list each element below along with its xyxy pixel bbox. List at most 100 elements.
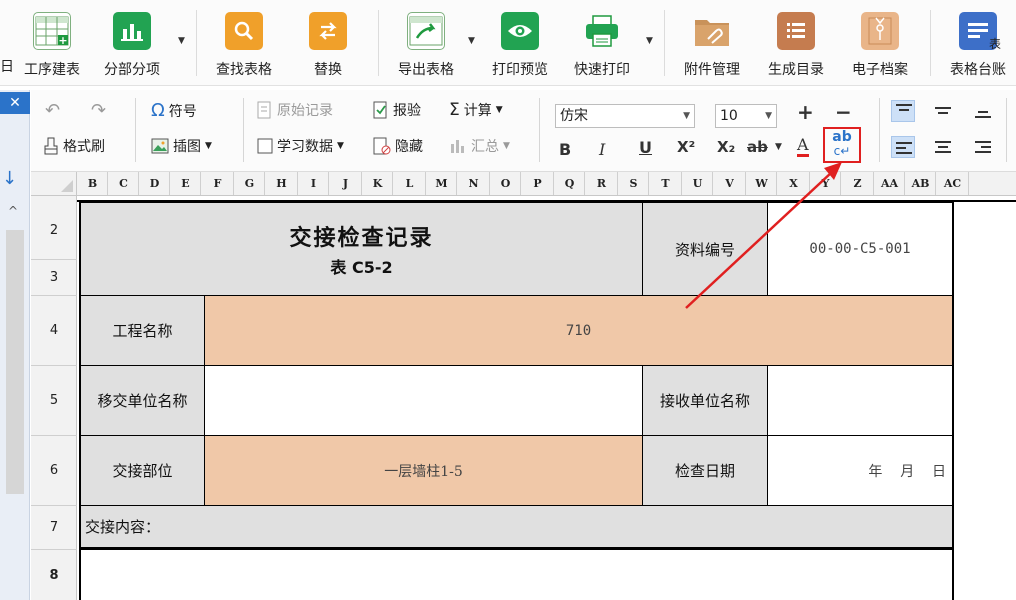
receive-unit-label-cell[interactable]: 接收单位名称: [642, 365, 768, 436]
sub-project-dropdown-icon[interactable]: ▼: [178, 36, 188, 46]
left-scrollbar[interactable]: [6, 230, 24, 494]
align-top-button[interactable]: [891, 100, 915, 122]
column-header[interactable]: V: [714, 172, 746, 195]
hide-button[interactable]: 隐藏: [373, 136, 423, 156]
column-header[interactable]: R: [586, 172, 618, 195]
quick-print-dropdown-icon[interactable]: ▼: [646, 36, 656, 46]
column-header[interactable]: X: [778, 172, 810, 195]
scroll-up-icon[interactable]: ^: [8, 204, 18, 218]
column-header[interactable]: AC: [937, 172, 969, 195]
transfer-unit-label-cell[interactable]: 移交单位名称: [79, 365, 205, 436]
quick-print-button[interactable]: 快速打印: [562, 8, 642, 80]
superscript-icon[interactable]: X²: [677, 138, 695, 156]
check-date-value-cell[interactable]: 年 月 日: [767, 435, 954, 506]
column-header[interactable]: M: [427, 172, 457, 195]
project-name-value-cell[interactable]: 710: [204, 295, 954, 366]
original-record-button[interactable]: 原始记录: [257, 100, 333, 120]
row-header[interactable]: 5: [31, 366, 77, 436]
column-header[interactable]: C: [109, 172, 139, 195]
sub-project-button[interactable]: 分部分项: [92, 8, 172, 80]
learning-data-button[interactable]: 学习数据 ▼: [257, 136, 344, 156]
bold-icon[interactable]: B: [559, 140, 571, 159]
table-ledger-button[interactable]: 表 表格台账: [940, 8, 1016, 80]
column-header[interactable]: D: [140, 172, 170, 195]
column-header[interactable]: S: [619, 172, 649, 195]
column-header[interactable]: N: [458, 172, 490, 195]
print-preview-button[interactable]: 打印预览: [480, 8, 560, 80]
column-header[interactable]: H: [266, 172, 298, 195]
replace-button[interactable]: 替换: [288, 8, 368, 80]
column-header[interactable]: B: [78, 172, 108, 195]
column-header[interactable]: J: [330, 172, 362, 195]
column-header[interactable]: Q: [555, 172, 585, 195]
align-bottom-button[interactable]: [971, 100, 995, 122]
column-header[interactable]: L: [394, 172, 426, 195]
column-header[interactable]: Y: [811, 172, 841, 195]
inspection-button[interactable]: 报验: [373, 100, 421, 120]
align-left-button[interactable]: [891, 136, 915, 158]
column-header[interactable]: O: [491, 172, 521, 195]
attachment-manage-button[interactable]: 附件管理: [672, 8, 752, 80]
column-header[interactable]: K: [363, 172, 393, 195]
export-dropdown-icon[interactable]: ▼: [468, 36, 478, 46]
find-table-button[interactable]: 查找表格: [204, 8, 284, 80]
align-middle-button[interactable]: [931, 100, 955, 122]
font-family-select[interactable]: 仿宋 ▼: [555, 104, 695, 128]
column-header[interactable]: G: [235, 172, 265, 195]
close-icon[interactable]: ✕: [0, 92, 30, 114]
handover-part-label-cell[interactable]: 交接部位: [79, 435, 205, 506]
font-size-select[interactable]: 10 ▼: [715, 104, 777, 128]
font-family-value: 仿宋: [560, 108, 588, 124]
select-all-corner[interactable]: [31, 172, 77, 195]
check-date-label-cell[interactable]: 检查日期: [642, 435, 768, 506]
process-table-button[interactable]: + 工序建表: [12, 8, 92, 80]
form-title-cell[interactable]: 交接检查记录 表 C5-2: [79, 202, 643, 296]
column-header[interactable]: W: [747, 172, 777, 195]
calculate-button[interactable]: Σ 计算 ▼: [449, 100, 503, 120]
row-header[interactable]: 3: [31, 260, 77, 296]
summary-button[interactable]: 汇总 ▼: [449, 136, 510, 156]
italic-icon[interactable]: I: [599, 140, 605, 159]
symbol-button[interactable]: Ω 符号: [151, 100, 197, 121]
export-table-button[interactable]: 导出表格: [386, 8, 466, 80]
transfer-unit-value-cell[interactable]: [204, 365, 643, 436]
generate-catalog-button[interactable]: 生成目录: [756, 8, 836, 80]
format-brush-button[interactable]: 格式刷: [43, 136, 105, 156]
receive-unit-value-cell[interactable]: [767, 365, 954, 436]
align-right-button[interactable]: [971, 136, 995, 158]
doc-no-value-cell[interactable]: 00-00-C5-001: [767, 202, 954, 296]
decrease-font-icon[interactable]: −: [835, 100, 852, 124]
project-name-label-cell[interactable]: 工程名称: [79, 295, 205, 366]
subscript-icon[interactable]: X₂: [717, 138, 735, 156]
row-header[interactable]: 2: [31, 202, 77, 260]
row-header[interactable]: 8: [31, 550, 77, 600]
column-header[interactable]: U: [683, 172, 713, 195]
handover-part-value-cell[interactable]: 一层墙柱1-5: [204, 435, 643, 506]
insert-image-button[interactable]: 插图 ▼: [151, 136, 212, 156]
column-header[interactable]: Z: [842, 172, 874, 195]
column-header[interactable]: AB: [906, 172, 936, 195]
row-header[interactable]: 7: [31, 506, 77, 550]
chevron-down-icon: ▼: [683, 111, 690, 121]
font-color-icon[interactable]: A: [797, 136, 809, 157]
column-header[interactable]: T: [650, 172, 682, 195]
column-header[interactable]: I: [299, 172, 329, 195]
align-center-button[interactable]: [931, 136, 955, 158]
increase-font-icon[interactable]: +: [797, 100, 814, 124]
handover-content-body-cell[interactable]: [79, 549, 954, 600]
doc-no-label-cell[interactable]: 资料编号: [642, 202, 768, 296]
column-header[interactable]: AA: [875, 172, 905, 195]
e-archive-button[interactable]: 电子档案: [840, 8, 920, 80]
row-header[interactable]: 4: [31, 296, 77, 366]
row-header[interactable]: 6: [31, 436, 77, 506]
underline-icon[interactable]: U: [639, 138, 652, 157]
undo-icon[interactable]: ↶: [45, 100, 60, 121]
column-header[interactable]: E: [171, 172, 201, 195]
arrow-down-icon[interactable]: ↓: [2, 168, 17, 189]
chevron-down-icon[interactable]: ▼: [775, 142, 782, 152]
column-header[interactable]: P: [522, 172, 554, 195]
handover-content-label-cell[interactable]: 交接内容：: [79, 505, 954, 550]
column-header[interactable]: F: [202, 172, 234, 195]
strikethrough-icon[interactable]: ab: [747, 138, 768, 156]
redo-icon[interactable]: ↷: [91, 100, 106, 121]
